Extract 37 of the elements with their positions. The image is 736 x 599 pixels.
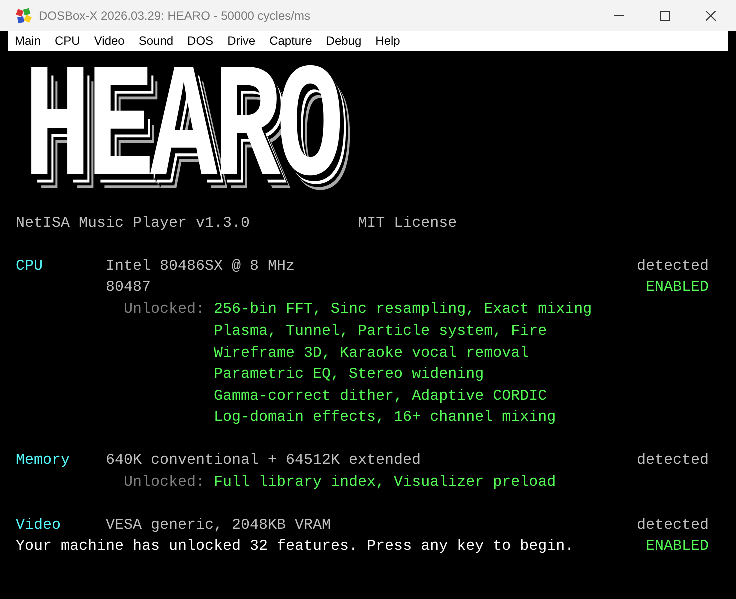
feature-list-line: 256-bin FFT, Sinc resampling, Exact mixing [214, 300, 592, 320]
device-label: Memory [16, 451, 72, 472]
status-text: ENABLED [646, 278, 709, 298]
license-text: MIT License [358, 214, 458, 234]
feature-list-line: Full library index, Visualizer preload [214, 473, 556, 494]
unlocked-label: Unlocked: [124, 473, 206, 494]
maximize-icon [660, 10, 670, 20]
menu-item[interactable]: CPU [48, 31, 88, 51]
menu-item[interactable]: Drive [220, 31, 263, 51]
device-value: 640K conventional + 64512K extended [106, 451, 422, 472]
status-text: detected [636, 451, 709, 472]
menu-item[interactable]: Capture [262, 31, 320, 51]
status-text: detected [636, 516, 709, 536]
menu-item[interactable]: Sound [132, 31, 181, 51]
feature-list-line: Gamma-correct dither, Adaptive CORDIC [214, 386, 548, 407]
app-icon [16, 8, 32, 24]
menu-item[interactable]: Help [368, 31, 408, 51]
feature-list-line: Parametric EQ, Stereo widening [214, 365, 486, 386]
device-label: Video [16, 516, 62, 536]
feature-list-line: Plasma, Tunnel, Particle system, Fire [214, 322, 548, 342]
feature-list-line: Log-domain effects, 16+ channel mixing [214, 408, 558, 428]
unlocked-label: Unlocked: [124, 300, 206, 320]
feature-list-line: Wireframe 3D, Karaoke vocal removal [214, 344, 530, 364]
status-text: ENABLED [646, 537, 709, 558]
menu-item[interactable]: DOS [180, 31, 221, 51]
device-label: CPU [16, 256, 44, 277]
menu-item[interactable]: Main [8, 31, 48, 51]
device-value: Intel 80486SX @ 8 MHz [106, 256, 296, 277]
prompt-message: Your machine has unlocked 32 features. Press any key to begin. [16, 537, 574, 558]
status-text: detected [636, 256, 709, 277]
menu-item[interactable]: Video [87, 31, 132, 51]
menu-item[interactable]: Debug [319, 31, 369, 51]
app-version: NetISA Music Player v1.3.0 [16, 214, 250, 234]
device-value: 80487 [106, 278, 152, 298]
device-value: VESA generic, 2048KB VRAM [106, 516, 332, 536]
window-title: DOSBox-X 2026.03.29: HEARO - 50000 cycles/ms [39, 8, 310, 24]
close-icon [706, 10, 716, 20]
